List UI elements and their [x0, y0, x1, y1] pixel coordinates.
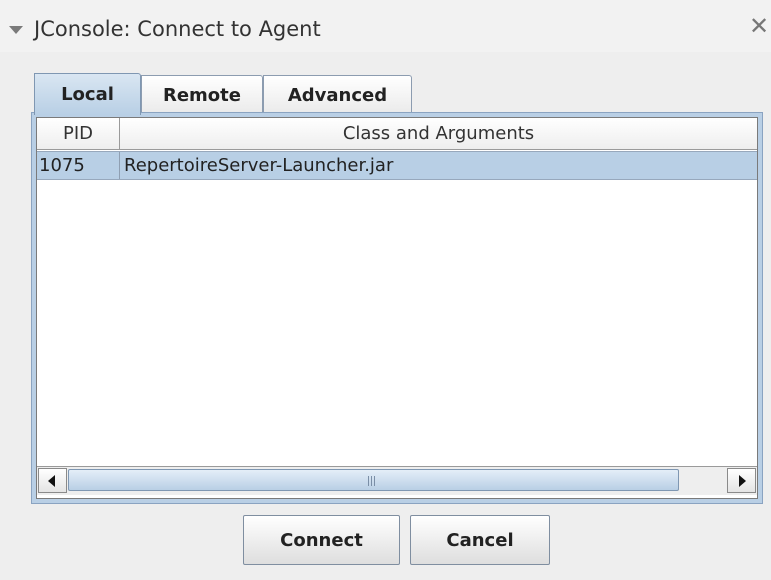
cancel-button[interactable]: Cancel [410, 515, 550, 565]
arrow-left-icon [48, 475, 55, 487]
tab-remote[interactable]: Remote [141, 75, 263, 114]
window-menu-icon[interactable] [9, 26, 23, 34]
scroll-right-button[interactable] [727, 468, 756, 493]
title-bar[interactable]: JConsole: Connect to Agent ✕ [0, 0, 771, 52]
close-icon[interactable]: ✕ [749, 14, 769, 38]
scroll-thumb[interactable] [68, 469, 679, 491]
tab-advanced-label: Advanced [287, 84, 388, 106]
connect-dialog: JConsole: Connect to Agent ✕ Local Remot… [0, 0, 771, 580]
tab-local[interactable]: Local [34, 73, 141, 115]
column-header-pid[interactable]: PID [37, 118, 120, 149]
grip-icon [368, 476, 377, 486]
local-tab-panel: PID Class and Arguments 1075 RepertoireS… [31, 112, 763, 504]
column-header-class-and-arguments[interactable]: Class and Arguments [120, 118, 757, 149]
scroll-left-button[interactable] [38, 468, 67, 493]
tab-remote-label: Remote [162, 84, 241, 106]
tab-advanced[interactable]: Advanced [263, 75, 412, 114]
class-and-arguments-cell: RepertoireServer-Launcher.jar [124, 155, 394, 176]
tab-local-label: Local [61, 84, 114, 105]
arrow-right-icon [739, 475, 746, 487]
table-row[interactable]: 1075 RepertoireServer-Launcher.jar [37, 151, 757, 180]
pid-cell: 1075 [37, 152, 120, 179]
connect-button[interactable]: Connect [243, 515, 400, 565]
table-header: PID Class and Arguments [37, 118, 757, 150]
window-title: JConsole: Connect to Agent [34, 17, 321, 41]
process-table-scroll-pane[interactable]: PID Class and Arguments 1075 RepertoireS… [36, 117, 758, 499]
horizontal-scrollbar[interactable] [37, 466, 757, 495]
